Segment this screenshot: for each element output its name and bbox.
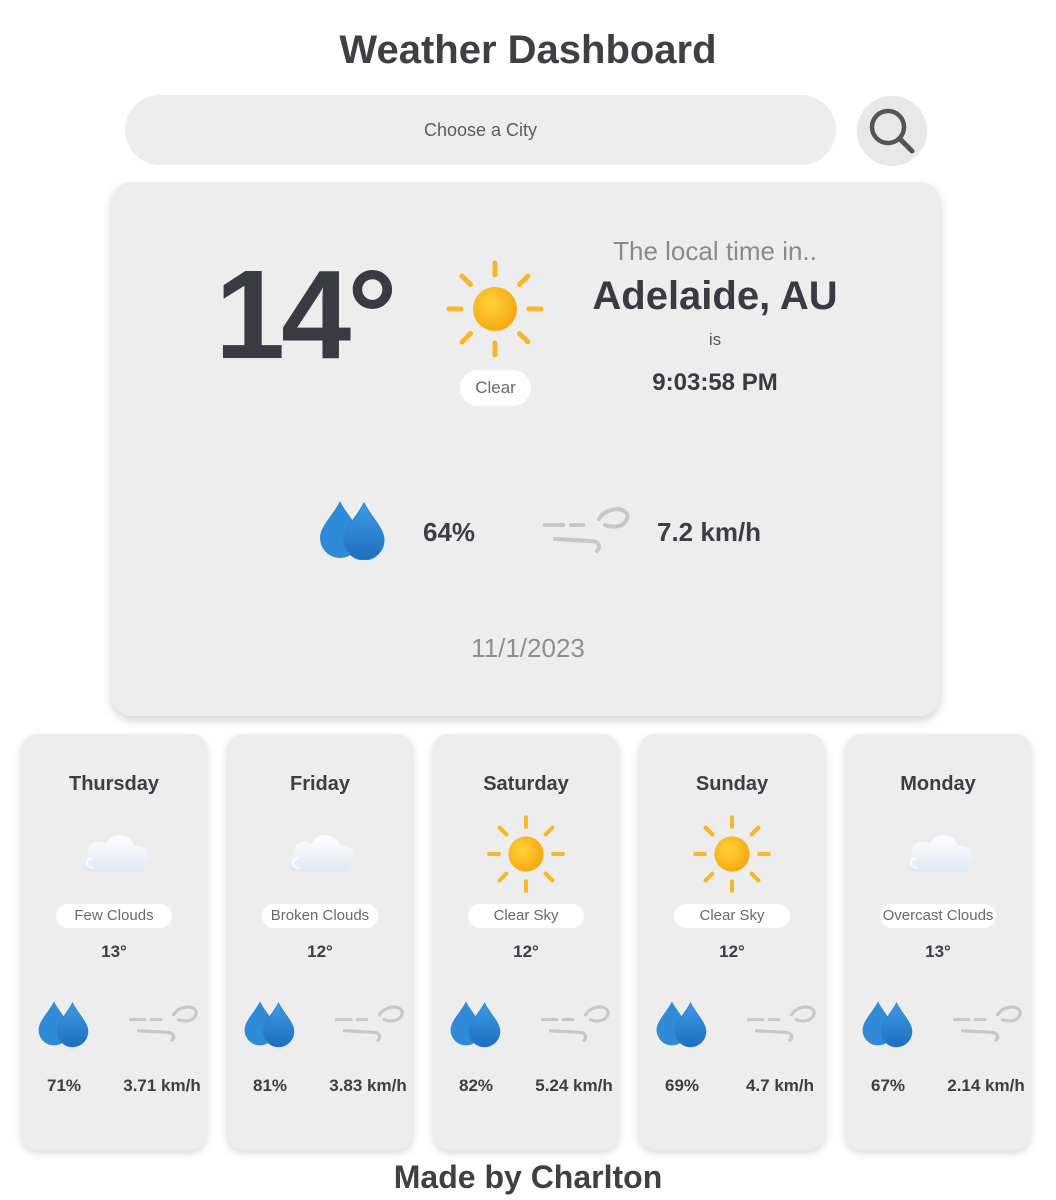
water-drops-icon — [243, 998, 297, 1048]
local-time-label: The local time in.. — [613, 236, 817, 266]
forecast-day: Monday — [900, 773, 976, 795]
forecast-temperature: 12° — [719, 942, 745, 961]
wind-icon — [747, 1002, 817, 1042]
footer-credit: Made by Charlton — [393, 1159, 663, 1195]
forecast-day: Sunday — [695, 773, 769, 795]
search-icon — [869, 108, 915, 154]
water-drops-icon — [449, 998, 503, 1048]
forecast-humidity: 81% — [252, 1076, 288, 1095]
sun-icon — [486, 814, 566, 894]
cloud-icon — [898, 814, 978, 894]
water-drops-icon — [861, 998, 915, 1048]
forecast-wind-speed: 3.71 km/h — [123, 1076, 201, 1095]
wind-icon — [953, 1002, 1023, 1042]
city-search-input[interactable] — [125, 95, 836, 165]
current-humidity: 64% — [423, 517, 476, 547]
forecast-card-thursday: Thursday Few Clouds 13° 71% 3.71 km/h — [21, 734, 207, 1150]
page-title: Weather Dashboard — [339, 28, 717, 72]
search-button[interactable] — [857, 96, 927, 166]
cloud-icon — [74, 814, 154, 894]
wind-icon — [543, 503, 631, 553]
forecast-day: Friday — [289, 773, 351, 795]
forecast-condition-badge: Overcast Clouds — [880, 904, 996, 928]
sun-icon — [445, 259, 545, 359]
forecast-wind-speed: 5.24 km/h — [535, 1076, 613, 1095]
forecast-humidity: 71% — [46, 1076, 82, 1095]
forecast-humidity: 82% — [458, 1076, 494, 1095]
forecast-condition-badge: Broken Clouds — [262, 904, 378, 928]
is-label: is — [708, 330, 722, 349]
cloud-icon — [280, 814, 360, 894]
forecast-day: Thursday — [68, 773, 160, 795]
forecast-condition-badge: Clear Sky — [674, 904, 790, 928]
local-time: 9:03:58 PM — [652, 369, 778, 396]
forecast-temperature: 12° — [307, 942, 333, 961]
forecast-humidity: 67% — [870, 1076, 906, 1095]
current-temperature: 14° — [215, 244, 398, 385]
current-condition-badge: Clear — [460, 370, 531, 406]
water-drops-icon — [37, 998, 91, 1048]
sun-icon — [692, 814, 772, 894]
wind-icon — [129, 1002, 199, 1042]
forecast-card-sunday: Sunday Clear Sky 12° 69% 4.7 km/h — [639, 734, 825, 1150]
water-drops-icon — [318, 498, 388, 560]
forecast-condition-badge: Few Clouds — [56, 904, 172, 928]
wind-icon — [335, 1002, 405, 1042]
forecast-wind-speed: 4.7 km/h — [745, 1076, 815, 1095]
forecast-card-monday: Monday Overcast Clouds 13° 67% 2.14 km/h — [845, 734, 1031, 1150]
current-date: 11/1/2023 — [471, 633, 585, 663]
current-wind-speed: 7.2 km/h — [657, 517, 762, 547]
forecast-wind-speed: 2.14 km/h — [947, 1076, 1025, 1095]
forecast-condition-badge: Clear Sky — [468, 904, 584, 928]
forecast-temperature: 13° — [925, 942, 951, 961]
water-drops-icon — [655, 998, 709, 1048]
forecast-temperature: 12° — [513, 942, 539, 961]
wind-icon — [541, 1002, 611, 1042]
city-name: Adelaide, AU — [592, 274, 838, 318]
forecast-wind-speed: 3.83 km/h — [329, 1076, 407, 1095]
forecast-temperature: 13° — [101, 942, 127, 961]
forecast-card-friday: Friday Broken Clouds 12° 81% 3.83 km/h — [227, 734, 413, 1150]
forecast-card-saturday: Saturday Clear Sky 12° 82% 5.24 km/h — [433, 734, 619, 1150]
forecast-day: Saturday — [483, 773, 569, 795]
forecast-humidity: 69% — [664, 1076, 700, 1095]
